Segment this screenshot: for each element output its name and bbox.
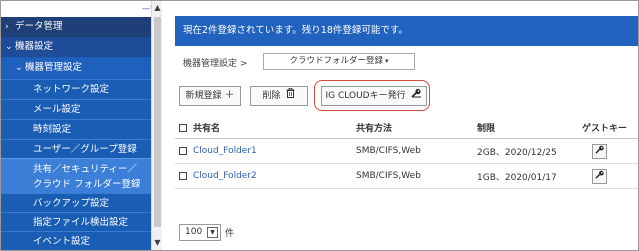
- new-register-label: 新規登録: [185, 91, 222, 101]
- share-name-link[interactable]: Cloud_Folder1: [193, 146, 257, 156]
- sidebar-item-data-management[interactable]: › データ管理: [1, 17, 162, 37]
- sidebar-item-file-detection[interactable]: 指定ファイル検出設定: [1, 212, 162, 232]
- breadcrumb-label: 機器管理設定 >: [183, 59, 248, 69]
- table-row: Cloud_Folder1 SMB/CIFS,Web 2GB、2020/12/2…: [175, 139, 638, 164]
- sidebar-item-label: 機器管理設定: [25, 62, 83, 73]
- ig-cloud-key-button[interactable]: IG CLOUDキー発行: [321, 86, 427, 106]
- key-icon: [594, 170, 604, 179]
- sidebar-item-network[interactable]: ネットワーク設定: [1, 79, 162, 99]
- sidebar-item-label: イベント設定: [33, 236, 91, 247]
- delete-button[interactable]: 削除: [250, 86, 308, 106]
- share-name-link[interactable]: Cloud_Folder2: [193, 171, 257, 181]
- key-icon: [594, 145, 604, 154]
- ig-cloud-key-label: IG CLOUDキー発行: [325, 91, 406, 101]
- row-checkbox[interactable]: [179, 172, 187, 180]
- row-limit: 2GB、2020/12/25: [477, 147, 557, 158]
- sidebar-item-label: データ管理: [15, 21, 63, 32]
- select-all-checkbox[interactable]: [179, 123, 187, 132]
- per-page-select[interactable]: 100 ▼: [179, 223, 221, 241]
- sidebar-item-label: メール設定: [33, 104, 81, 115]
- chevron-down-icon: ▾: [385, 57, 389, 65]
- col-protocol: 共有方法: [356, 124, 393, 134]
- sidebar-scrollbar[interactable]: ▲ ▼: [151, 1, 162, 250]
- sidebar-item-device-settings[interactable]: ⌄ 機器設定: [1, 37, 162, 57]
- sidebar-item-mail[interactable]: メール設定: [1, 99, 162, 119]
- plus-icon: ＋: [224, 90, 235, 101]
- sidebar-item-label: バックアップ設定: [33, 198, 110, 209]
- table-header: 共有名 共有方法 制限 ゲストキー: [175, 117, 638, 139]
- chevron-down-icon: ⌄: [5, 42, 13, 52]
- guest-key-button[interactable]: [592, 143, 607, 159]
- chevron-down-icon: ⌄: [15, 63, 23, 73]
- sidebar-item-event[interactable]: イベント設定: [1, 231, 162, 250]
- sidebar-item-label: 指定ファイル検出設定: [33, 217, 129, 228]
- delete-label: 削除: [262, 91, 281, 101]
- per-page-value: 100: [185, 227, 203, 237]
- main-content: 現在2件登録されています。残り18件登録可能です。 機器管理設定 > クラウドフ…: [163, 1, 638, 250]
- sidebar-item-time[interactable]: 時刻設定: [1, 119, 162, 139]
- trash-icon: [286, 87, 295, 105]
- breadcrumb: 機器管理設定 > クラウドフォルダー登録 ▾: [175, 50, 638, 74]
- col-share-name: 共有名: [193, 124, 221, 134]
- chevron-right-icon: ›: [5, 22, 9, 32]
- new-register-button[interactable]: 新規登録＋: [179, 86, 241, 106]
- breadcrumb-select[interactable]: クラウドフォルダー登録 ▾: [263, 53, 415, 70]
- sidebar-item-backup[interactable]: バックアップ設定: [1, 193, 162, 213]
- scroll-thumb[interactable]: [154, 17, 161, 227]
- pager: 100 ▼ 件: [179, 223, 234, 241]
- sidebar-top: 一覧: [1, 1, 162, 17]
- sidebar-item-label: 機器設定: [15, 41, 54, 52]
- key-icon: [411, 87, 422, 105]
- sidebar-item-label: ユーザー／グループ登録: [33, 144, 137, 155]
- sidebar-item-label: 共有／セキュリティー／: [33, 164, 137, 175]
- sidebar-item-label: ネットワーク設定: [33, 84, 110, 95]
- sidebar-item-share-security[interactable]: 共有／セキュリティー／ クラウド フォルダー登録: [1, 158, 162, 194]
- sidebar: 一覧 › データ管理 ⌄ 機器設定 ⌄ 機器管理設定 ネットワーク設定 メール設定 時…: [1, 1, 162, 250]
- scroll-down-icon[interactable]: ▼: [153, 238, 162, 248]
- table-row: Cloud_Folder2 SMB/CIFS,Web 1GB、2020/01/1…: [175, 164, 638, 189]
- chevron-down-icon: ▼: [207, 226, 218, 238]
- breadcrumb-select-value: クラウドフォルダー登録: [289, 56, 383, 66]
- status-banner: 現在2件登録されています。残り18件登録可能です。: [175, 16, 638, 46]
- sidebar-item-device-management[interactable]: ⌄ 機器管理設定: [1, 58, 162, 78]
- row-protocol: SMB/CIFS,Web: [356, 146, 421, 156]
- row-protocol: SMB/CIFS,Web: [356, 171, 421, 181]
- sidebar-item-label: 時刻設定: [33, 124, 72, 135]
- guest-key-button[interactable]: [592, 168, 607, 184]
- sidebar-item-label-line2: クラウド フォルダー登録: [33, 179, 141, 190]
- per-page-unit: 件: [225, 228, 235, 239]
- row-limit: 1GB、2020/01/17: [477, 172, 557, 183]
- col-guest-key: ゲストキー: [582, 124, 628, 134]
- col-limit: 制限: [477, 124, 496, 134]
- sidebar-item-user-group[interactable]: ユーザー／グループ登録: [1, 139, 162, 159]
- row-checkbox[interactable]: [179, 147, 187, 155]
- scroll-up-icon[interactable]: ▲: [153, 3, 162, 13]
